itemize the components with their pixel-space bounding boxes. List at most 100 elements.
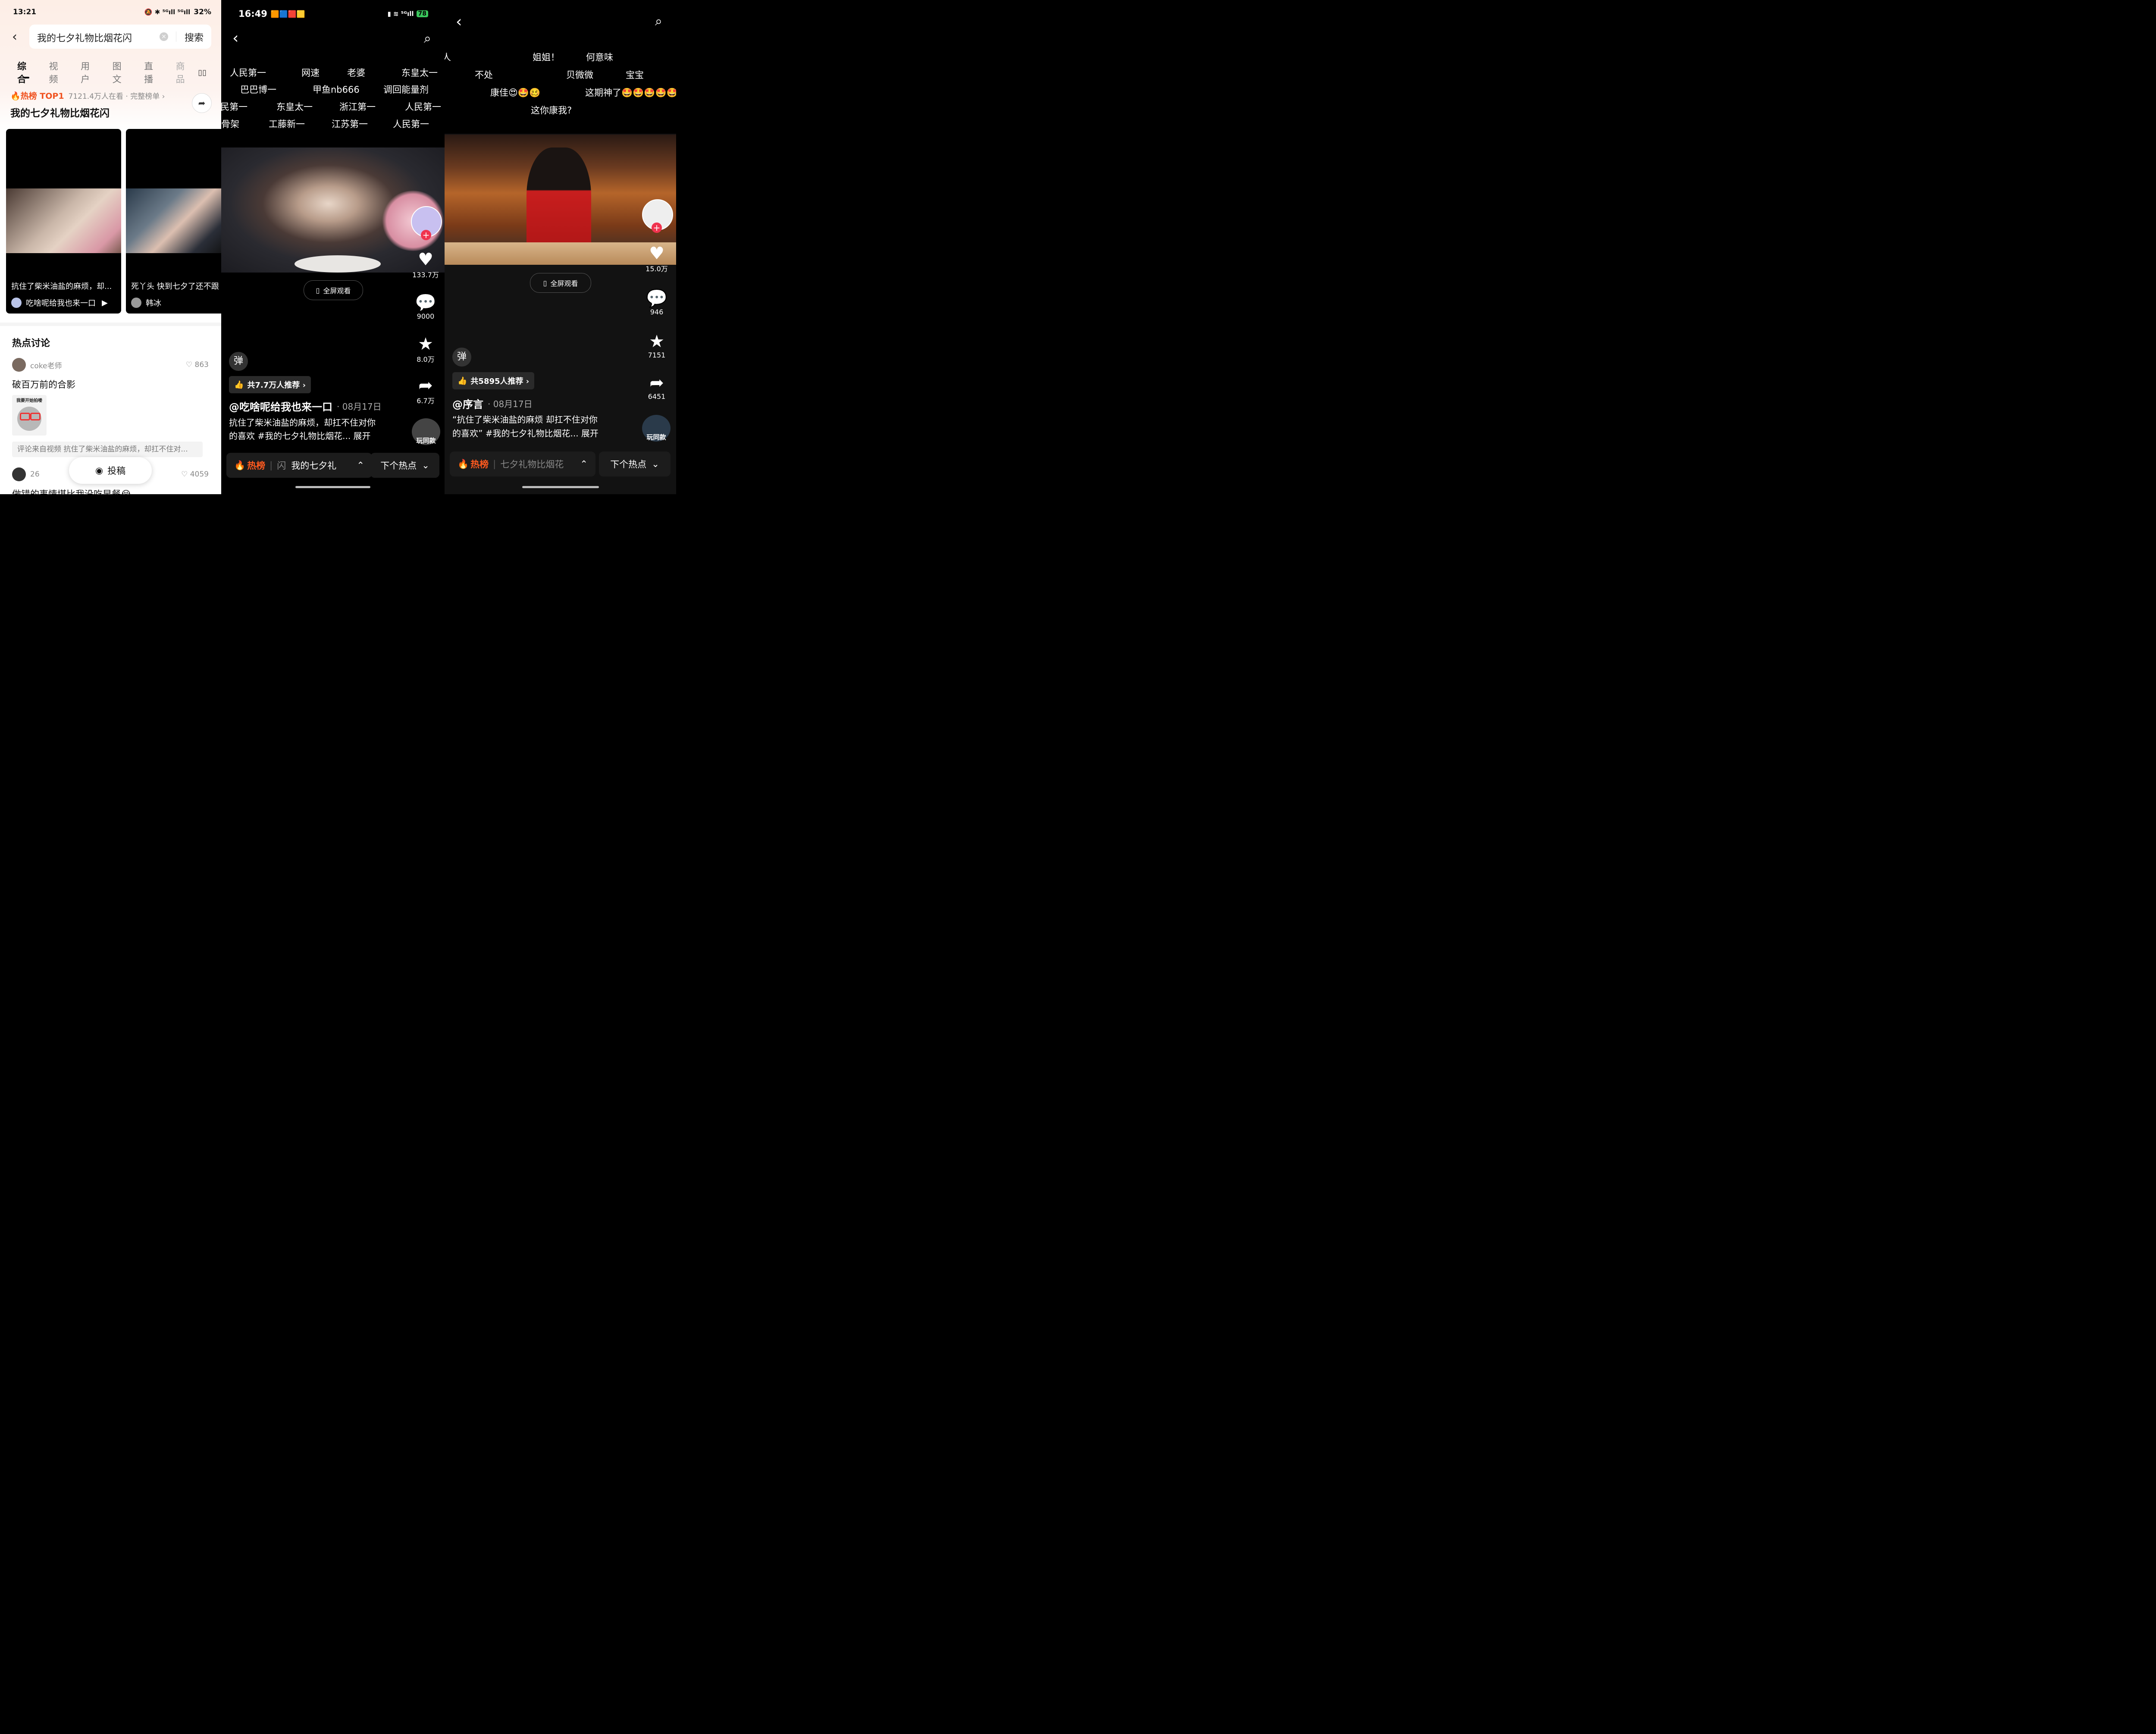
danmaku: 不处 bbox=[475, 70, 493, 80]
hot-rank-line[interactable]: 🔥热榜 TOP1 7121.4万人在看 · 完整榜单 › bbox=[10, 90, 165, 101]
back-icon[interactable]: ‹ bbox=[12, 29, 17, 44]
tab-user[interactable]: 用户 bbox=[81, 60, 98, 85]
share-arrow-icon: ➦ bbox=[418, 376, 433, 395]
video-player-panel: 16:49 🟧🟦🟥🟨 ▮ ≋ ⁵ᴳıll 78 ‹ ⌕ 人民第一 网速 老婆 东… bbox=[221, 0, 445, 494]
fire-icon: 🔥 bbox=[234, 460, 246, 470]
post-date: · 08月17日 bbox=[337, 401, 382, 412]
danmaku: 民第一 bbox=[221, 102, 248, 112]
back-icon[interactable]: ‹ bbox=[232, 29, 238, 47]
follow-plus-icon[interactable]: + bbox=[652, 223, 662, 233]
danmaku: 这你康我? bbox=[531, 105, 572, 116]
play-same-button[interactable]: 玩同款 bbox=[642, 415, 671, 442]
fullscreen-button[interactable]: ▯ 全屏观看 bbox=[530, 273, 591, 293]
hot-topic-text: 我的七夕礼 bbox=[291, 461, 337, 471]
danmaku: 东皇太一 bbox=[401, 68, 438, 78]
comment-source[interactable]: 评论来自视频 抗住了柴米油盐的麻烦，却扛不住对... bbox=[12, 442, 203, 457]
author-line: @序言 · 08月17日 bbox=[452, 396, 533, 411]
share-arrow-icon: ➦ bbox=[649, 373, 664, 393]
hot-discussion-section: 热点讨论 coke老师 ♡ 863 破百万前的合影 我要开始拍喽 评论来自视频 … bbox=[3, 326, 219, 494]
follow-plus-icon[interactable]: + bbox=[421, 230, 431, 240]
dinner-plate bbox=[295, 255, 381, 273]
post-button[interactable]: ◉ 投稿 bbox=[69, 457, 152, 484]
author-name[interactable]: @吃啥呢给我也来一口 bbox=[229, 398, 332, 414]
play-same-button[interactable]: 玩同款 bbox=[412, 418, 440, 445]
video-card[interactable]: 死丫头 快到七夕了还不跟 韩冰 bbox=[126, 129, 221, 314]
tab-all[interactable]: 综合 bbox=[17, 60, 34, 85]
comment-icon: 💬 bbox=[646, 288, 667, 308]
share-button[interactable]: ➦ 6.7万 bbox=[411, 376, 440, 405]
danmaku: 骨架 bbox=[221, 119, 239, 129]
video-card[interactable]: 抗住了柴米油盐的麻烦，却... 吃啥呢给我也来一口 ▶ bbox=[6, 129, 121, 314]
next-hot-button[interactable]: 下个热点 ⌄ bbox=[599, 452, 671, 477]
active-tab-indicator bbox=[23, 77, 29, 78]
danmaku: 姐姐！ bbox=[533, 52, 560, 63]
tab-live[interactable]: 直播 bbox=[144, 60, 161, 85]
video-frame[interactable] bbox=[445, 135, 676, 265]
author-name[interactable]: @序言 bbox=[452, 396, 483, 411]
avatar[interactable] bbox=[12, 467, 26, 481]
hot-rank-bar[interactable]: 🔥 热榜 | 闪 我的七夕礼 ⌃ bbox=[226, 453, 372, 478]
danmaku: 江苏第一 bbox=[332, 119, 368, 129]
recommend-badge[interactable]: 👍 共5895人推荐 › bbox=[452, 372, 535, 389]
favorite-button[interactable]: ★ 8.0万 bbox=[411, 335, 440, 364]
video-caption[interactable]: “抗住了柴米油盐的麻烦 却扛不住对你 的喜欢” #我的七夕礼物比烟花... 展开 bbox=[452, 413, 599, 440]
home-indicator[interactable] bbox=[522, 486, 599, 488]
star-icon: ★ bbox=[649, 332, 664, 351]
hot-topic-title: 我的七夕礼物比烟花闪 bbox=[10, 108, 110, 119]
avatar[interactable] bbox=[12, 358, 26, 372]
viewer-count[interactable]: 7121.4万人在看 · 完整榜单 › bbox=[69, 90, 165, 101]
danmaku: 东皇太一 bbox=[276, 102, 313, 112]
video-card-author: 吃啥呢给我也来一口 ▶ bbox=[11, 297, 108, 308]
app-notification-icons: 🟧🟦🟥🟨 bbox=[270, 9, 305, 18]
home-indicator[interactable] bbox=[295, 486, 370, 488]
back-icon[interactable]: ‹ bbox=[456, 13, 462, 31]
comment-button[interactable]: 💬 946 bbox=[642, 289, 671, 316]
video-thumbnail bbox=[126, 188, 221, 253]
comment-text: 破百万前的合影 bbox=[12, 379, 75, 390]
video-caption[interactable]: 抗住了柴米油盐的麻烦，却扛不住对你 的喜欢 #我的七夕礼物比烟花... 展开 bbox=[229, 416, 376, 443]
danmaku: 宝宝 bbox=[626, 70, 644, 80]
avatar bbox=[131, 298, 141, 308]
share-icon[interactable]: ➦ bbox=[192, 93, 212, 113]
layout-toggle-icon[interactable]: ▯▯ bbox=[198, 68, 207, 77]
double-chevron-down-icon: ⌄ bbox=[652, 459, 659, 469]
comment-user[interactable]: 26 bbox=[30, 470, 40, 479]
comment-button[interactable]: 💬 9000 bbox=[411, 293, 440, 320]
next-hot-button[interactable]: 下个热点 ⌄ bbox=[370, 453, 439, 478]
search-input[interactable]: 我的七夕礼物比烟花闪 bbox=[37, 31, 132, 44]
search-results-panel: 13:21 🔕 ✱ ⁵ᴳıll ⁵ᴳıll 32% ‹ 我的七夕礼物比烟花闪 ×… bbox=[0, 0, 221, 494]
status-bar: 16:49 🟧🟦🟥🟨 ▮ ≋ ⁵ᴳıll 78 bbox=[238, 9, 428, 19]
search-icon[interactable]: ⌕ bbox=[424, 31, 431, 46]
thumbs-up-icon: 👍 bbox=[458, 376, 467, 386]
search-box[interactable]: 我的七夕礼物比烟花闪 × 搜索 bbox=[29, 25, 211, 49]
search-button[interactable]: 搜索 bbox=[185, 30, 204, 44]
danmaku: 贝微微 bbox=[566, 70, 593, 80]
tab-video[interactable]: 视频 bbox=[49, 60, 66, 85]
like-count[interactable]: ♡ 863 bbox=[186, 361, 209, 369]
favorite-button[interactable]: ★ 7151 bbox=[642, 332, 671, 359]
fullscreen-button[interactable]: ▯ 全屏观看 bbox=[304, 280, 363, 300]
like-button[interactable]: ♥ 133.7万 bbox=[411, 250, 440, 279]
search-icon[interactable]: ⌕ bbox=[655, 14, 662, 29]
like-button[interactable]: ♥ 15.0万 bbox=[642, 244, 671, 273]
danmaku-toggle[interactable]: 弹 bbox=[452, 348, 471, 367]
hot-rank-bar[interactable]: 🔥 热榜 | 七夕礼物比烟花 ⌃ bbox=[450, 452, 595, 477]
heart-icon: ♥ bbox=[418, 250, 433, 270]
avatar bbox=[11, 298, 22, 308]
battery-level: 78 bbox=[416, 10, 428, 17]
share-button[interactable]: ➦ 6451 bbox=[642, 373, 671, 401]
tab-image-text[interactable]: 图文 bbox=[113, 60, 130, 85]
tab-goods[interactable]: 商品 bbox=[176, 60, 193, 85]
comment-icon: 💬 bbox=[415, 293, 436, 313]
status-icons: 🔕 ✱ ⁵ᴳıll ⁵ᴳıll bbox=[144, 8, 191, 16]
danmaku: 人 bbox=[445, 52, 451, 63]
like-count[interactable]: ♡ 4059 bbox=[181, 470, 209, 479]
danmaku: 甲鱼nb666 bbox=[313, 85, 360, 95]
danmaku-toggle[interactable]: 弹 bbox=[229, 352, 248, 371]
fire-icon: 🔥 bbox=[458, 458, 469, 469]
clear-icon[interactable]: × bbox=[160, 32, 168, 41]
danmaku: 网速 bbox=[301, 68, 320, 78]
battery-level: 32% bbox=[194, 8, 211, 16]
comment-user[interactable]: coke老师 bbox=[30, 360, 62, 370]
recommend-badge[interactable]: 👍 共7.7万人推荐 › bbox=[229, 376, 311, 393]
